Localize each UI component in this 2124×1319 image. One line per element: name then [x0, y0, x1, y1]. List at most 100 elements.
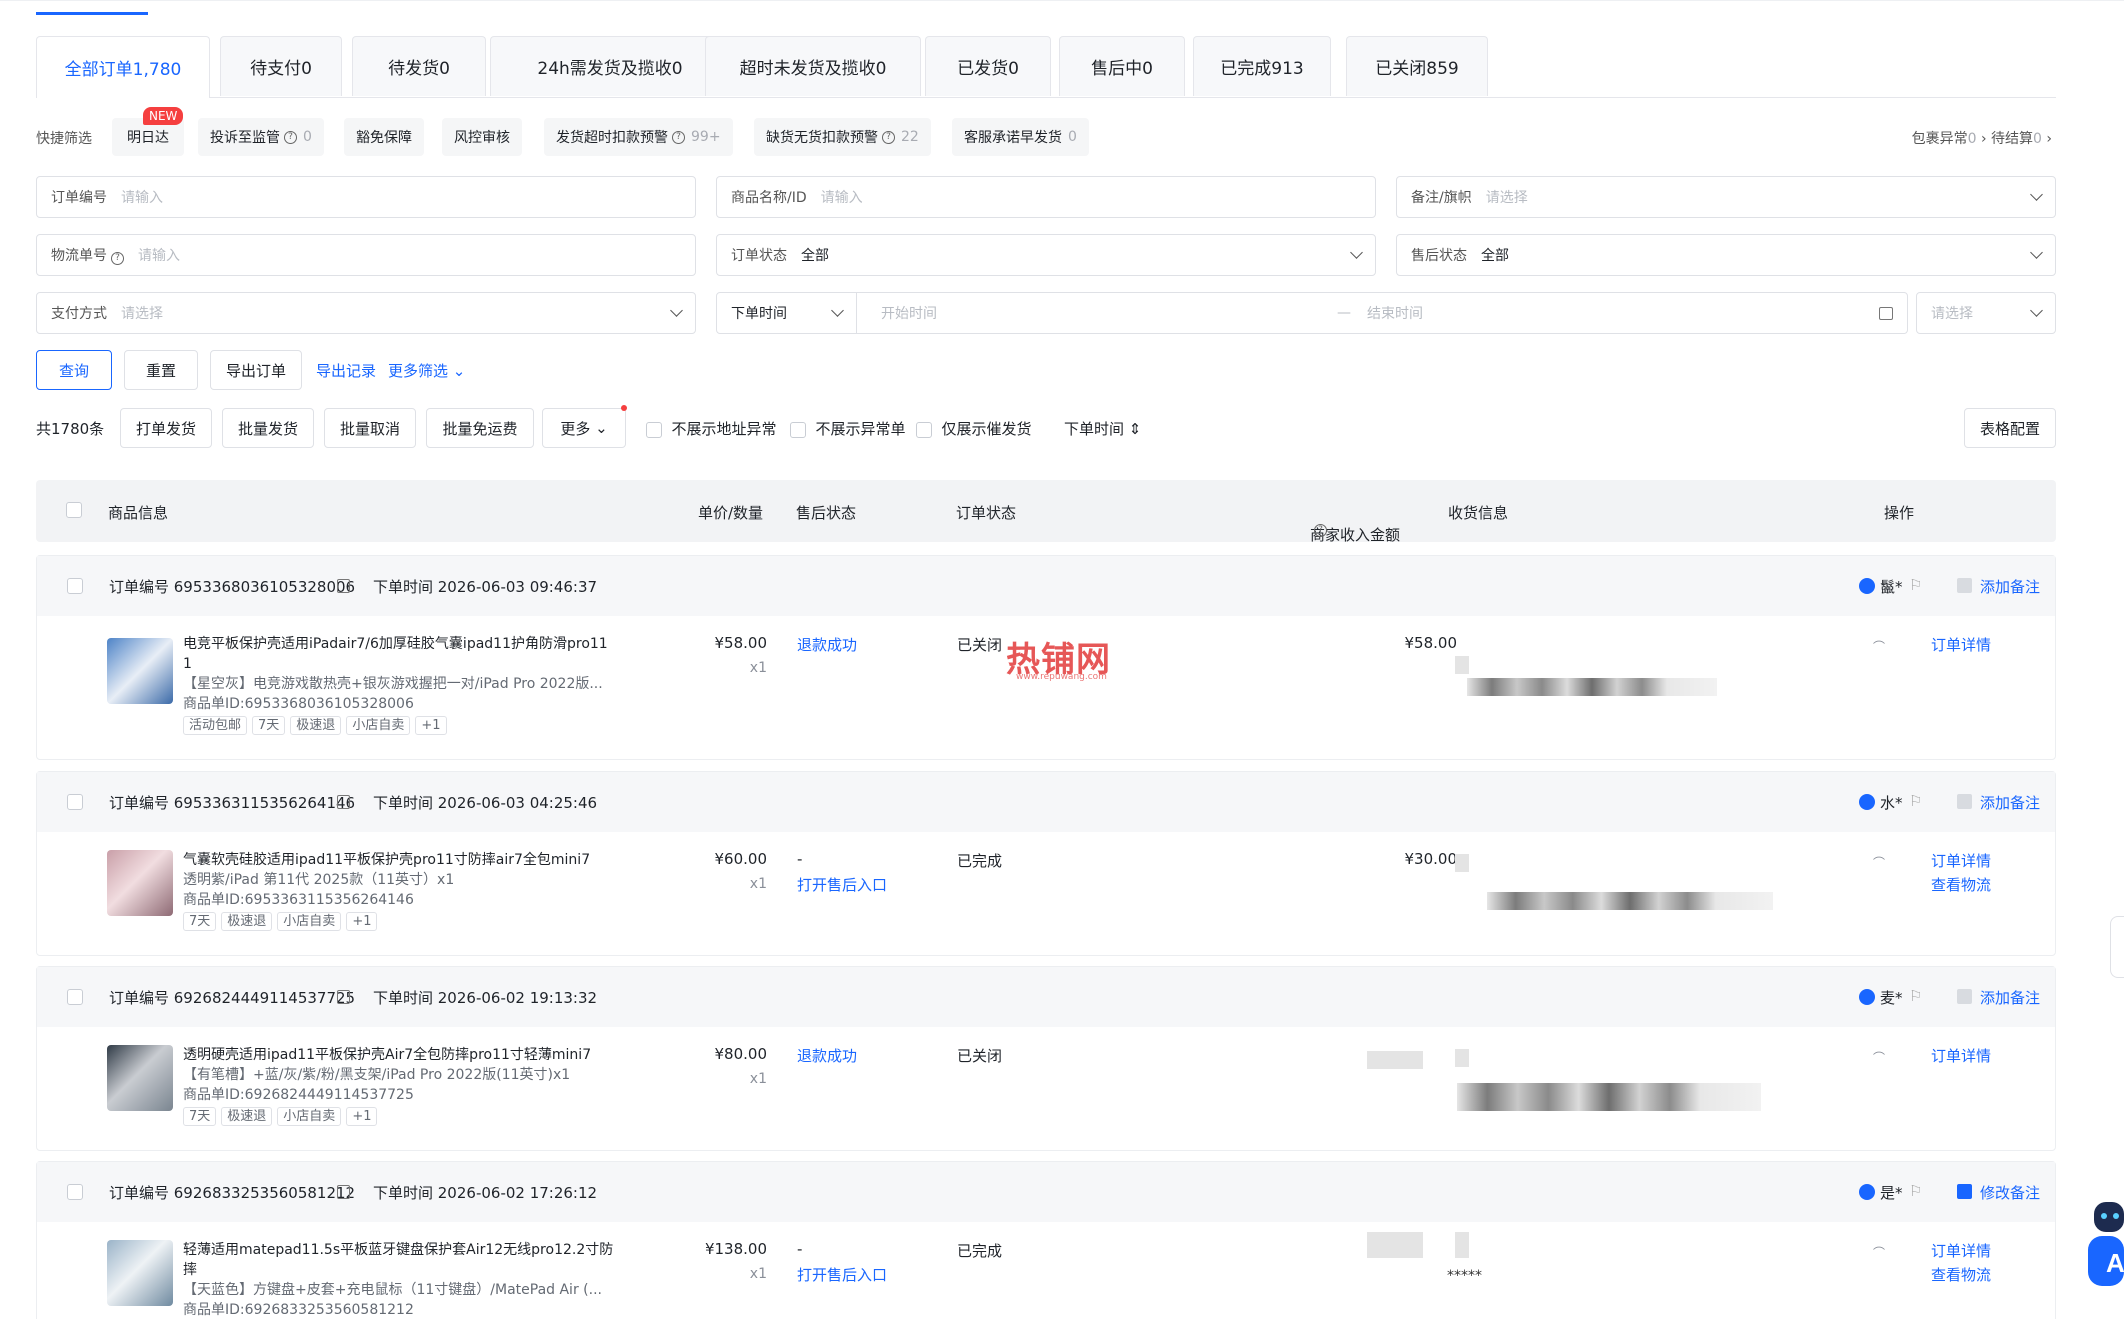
eye-icon[interactable]: ⌒	[1873, 854, 1885, 871]
product-name[interactable]: 轻薄适用matepad11.5s平板蓝牙键盘保护套Air12无线pro12.2寸…	[183, 1240, 623, 1280]
print-ship-button[interactable]: 打单发货	[120, 408, 212, 448]
tab-pending-payment[interactable]: 待支付0	[220, 36, 342, 96]
cb-urge-ship[interactable]: 仅展示催发货	[916, 418, 1032, 439]
copy-icon[interactable]	[337, 1185, 350, 1199]
side-drawer-handle[interactable]	[2110, 916, 2124, 978]
more-filter-link[interactable]: 更多筛选 ⌄	[388, 360, 465, 381]
order-number: 订单编号 6953363115356264146	[109, 794, 356, 812]
buyer-name[interactable]: 鬣*	[1880, 576, 1903, 597]
product-name[interactable]: 气囊软壳硅胶适用ipad11平板保护壳pro11寸防摔air7全包mini7	[183, 850, 623, 870]
open-after-sale-link[interactable]: 打开售后入口	[797, 874, 887, 895]
flag-icon[interactable]: ⚐	[1909, 987, 1922, 1005]
eye-icon[interactable]: ⌒	[1873, 1244, 1885, 1261]
batch-free-ship-button[interactable]: 批量免运费	[426, 408, 534, 448]
after-sale-status[interactable]: 退款成功	[797, 634, 857, 655]
copy-icon[interactable]	[337, 579, 350, 593]
order-checkbox[interactable]	[67, 794, 83, 810]
logistics-no-field[interactable]: 物流单号? 请输入	[36, 234, 696, 276]
buyer-name[interactable]: 是*	[1880, 1182, 1903, 1203]
order-card: 订单编号 6953363115356264146 下单时间 2026-06-03…	[36, 771, 2056, 956]
tab-overdue[interactable]: 超时未发货及揽收0	[705, 36, 921, 96]
tab-all-orders[interactable]: 全部订单1,780	[36, 36, 210, 98]
checkbox[interactable]	[790, 421, 806, 438]
order-checkbox[interactable]	[67, 1184, 83, 1200]
tab-pending-shipment[interactable]: 待发货0	[352, 36, 486, 96]
product-thumbnail[interactable]	[107, 1240, 173, 1306]
after-status-select[interactable]: 售后状态 全部	[1396, 234, 2056, 276]
link-package-abnormal[interactable]: 包裹异常0 ›	[1912, 131, 1987, 147]
merchant-income: ¥58.00	[1404, 634, 1458, 652]
after-sale-status[interactable]: 退款成功	[797, 1045, 857, 1066]
buyer-name[interactable]: 水*	[1880, 792, 1903, 813]
order-status-select[interactable]: 订单状态 全部	[716, 234, 1376, 276]
reset-button[interactable]: 重置	[124, 350, 198, 390]
checkbox[interactable]	[916, 421, 932, 438]
order-detail-link[interactable]: 订单详情	[1931, 1240, 1991, 1261]
tab-completed[interactable]: 已完成913	[1193, 36, 1331, 96]
export-orders-button[interactable]: 导出订单	[210, 350, 302, 390]
flag-icon[interactable]: ⚐	[1909, 792, 1922, 810]
chip-risk-review[interactable]: 风控审核	[442, 118, 522, 156]
order-detail-link[interactable]: 订单详情	[1931, 850, 1991, 871]
order-checkbox[interactable]	[67, 578, 83, 594]
view-logistics-link[interactable]: 查看物流	[1931, 1264, 1991, 1285]
tab-closed[interactable]: 已关闭859	[1346, 36, 1488, 96]
quick-filter-label: 快捷筛选	[36, 131, 92, 147]
product-name[interactable]: 透明硬壳适用ipad11平板保护壳Air7全包防摔pro11寸轻薄mini7	[183, 1045, 623, 1065]
cb-abnormal-orders[interactable]: 不展示异常单	[790, 418, 906, 439]
flag-icon[interactable]: ⚐	[1909, 576, 1922, 594]
order-detail-link[interactable]: 订单详情	[1931, 1045, 1991, 1066]
product-thumbnail[interactable]	[107, 638, 173, 704]
add-note-link[interactable]: 添加备注	[1980, 987, 2040, 1008]
edit-note-link[interactable]: 修改备注	[1980, 1182, 2040, 1203]
tab-shipped[interactable]: 已发货0	[925, 36, 1051, 96]
pay-method-select[interactable]: 支付方式 请选择	[36, 292, 696, 334]
eye-icon[interactable]: ⌒	[1873, 1049, 1885, 1066]
add-note-link[interactable]: 添加备注	[1980, 792, 2040, 813]
order-card: 订单编号 6926824449114537725 下单时间 2026-06-02…	[36, 966, 2056, 1151]
copy-icon[interactable]	[337, 795, 350, 809]
view-logistics-link[interactable]: 查看物流	[1931, 874, 1991, 895]
assistant-robot-icon[interactable]: A	[2086, 1198, 2124, 1290]
query-button[interactable]: 查询	[36, 350, 112, 390]
chip-ship-timeout[interactable]: 发货超时扣款预警? 99+	[544, 118, 733, 156]
table-config-button[interactable]: 表格配置	[1964, 408, 2056, 448]
sort-by-time[interactable]: 下单时间 ⇕	[1064, 418, 1141, 439]
export-log-link[interactable]: 导出记录	[316, 360, 376, 381]
order-detail-link[interactable]: 订单详情	[1931, 634, 1991, 655]
chip-exempt[interactable]: 豁免保障	[344, 118, 424, 156]
copy-icon[interactable]	[337, 990, 350, 1004]
tab-24h-ship[interactable]: 24h需发货及揽收0	[490, 36, 730, 96]
col-ops: 操作	[1884, 504, 1915, 522]
cb-address-abnormal[interactable]: 不展示地址异常	[646, 418, 777, 439]
buyer-name[interactable]: 麦*	[1880, 987, 1903, 1008]
order-checkbox[interactable]	[67, 989, 83, 1005]
end-time-input[interactable]: 结束时间	[1367, 303, 1879, 323]
add-note-link[interactable]: 添加备注	[1980, 576, 2040, 597]
chip-early-ship[interactable]: 客服承诺早发货 0	[952, 118, 1089, 156]
eye-icon[interactable]: ⌒	[1873, 638, 1885, 655]
flag-icon[interactable]: ⚐	[1909, 1182, 1922, 1200]
time-type-select[interactable]: 下单时间	[717, 293, 857, 333]
chip-out-of-stock[interactable]: 缺货无货扣款预警? 22	[754, 118, 931, 156]
more-button[interactable]: 更多 ⌄	[542, 408, 626, 448]
tab-after-sale[interactable]: 售后中0	[1059, 36, 1185, 96]
masked-address	[1467, 678, 1717, 696]
start-time-input[interactable]: 开始时间	[857, 303, 1337, 323]
product-thumbnail[interactable]	[107, 1045, 173, 1111]
product-name[interactable]: 电竞平板保护壳适用iPadair7/6加厚硅胶气囊ipad11护角防滑pro11…	[183, 634, 623, 674]
info-icon: ?	[672, 130, 685, 144]
link-pending-settle[interactable]: 待结算0 ›	[1991, 131, 2052, 147]
checkbox[interactable]	[646, 421, 662, 438]
batch-cancel-button[interactable]: 批量取消	[324, 408, 416, 448]
open-after-sale-link[interactable]: 打开售后入口	[797, 1264, 887, 1285]
select-all-checkbox[interactable]	[66, 502, 82, 518]
extra-select[interactable]: 请选择	[1916, 292, 2056, 334]
product-field[interactable]: 商品名称/ID 请输入	[716, 176, 1376, 218]
remark-select[interactable]: 备注/旗帜 请选择	[1396, 176, 2056, 218]
col-receiver: 收货信息	[1448, 504, 1509, 522]
chip-complaint[interactable]: 投诉至监管? 0	[198, 118, 324, 156]
batch-ship-button[interactable]: 批量发货	[222, 408, 314, 448]
product-thumbnail[interactable]	[107, 850, 173, 916]
order-no-field[interactable]: 订单编号 请输入	[36, 176, 696, 218]
